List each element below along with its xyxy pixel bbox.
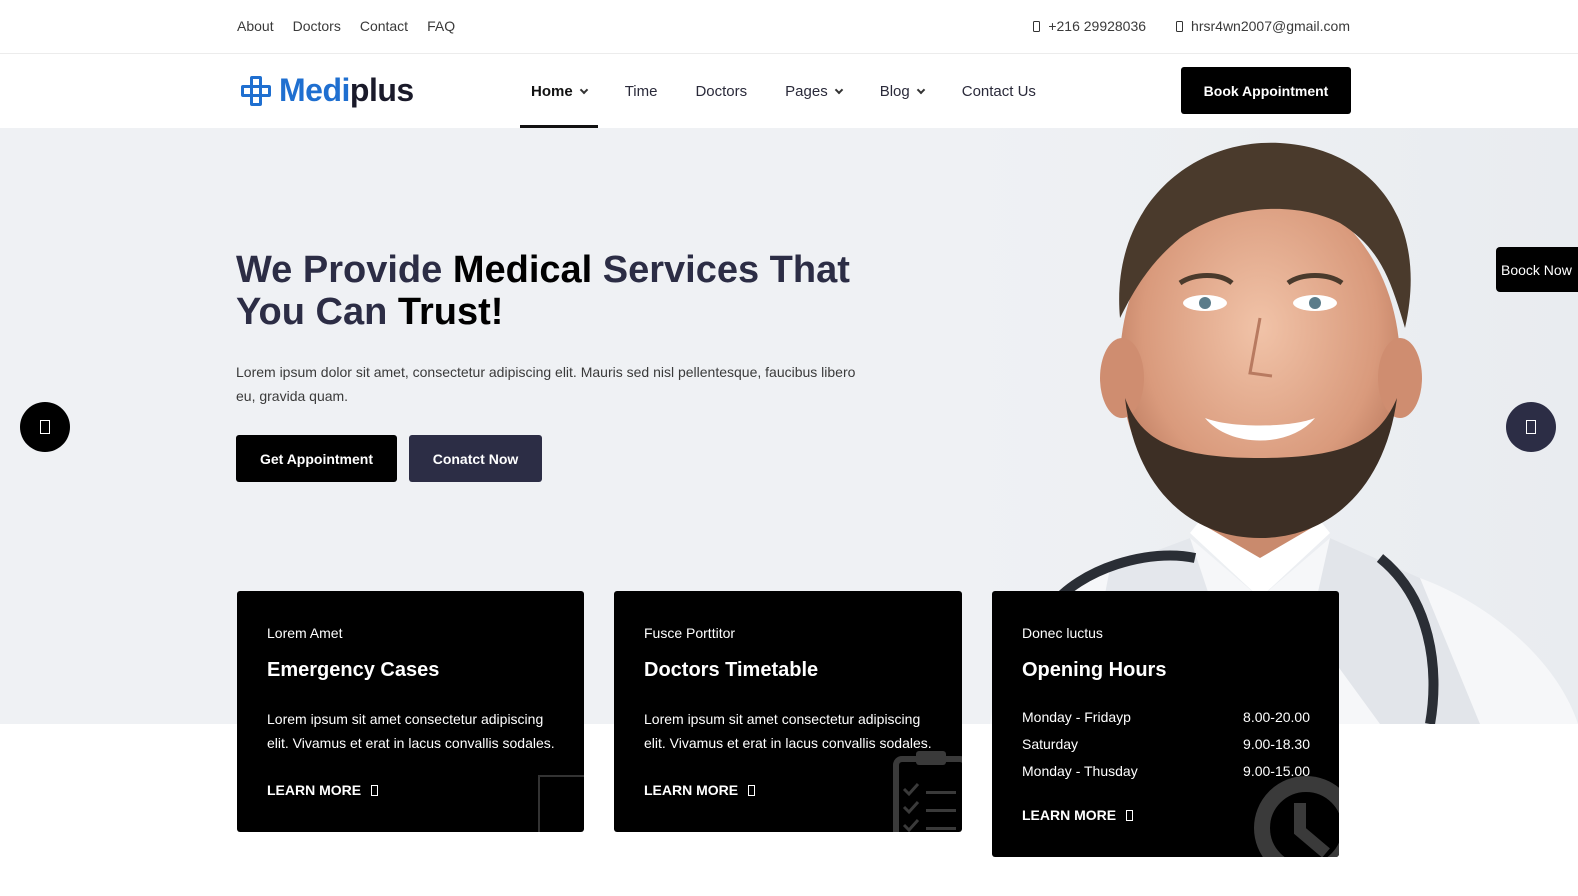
card-title: Opening Hours — [1022, 659, 1167, 681]
logo-text-plus: plus — [349, 72, 414, 108]
learn-more-label: LEARN MORE — [267, 782, 362, 798]
nav-blog[interactable]: Blog — [869, 55, 935, 128]
main-nav: Home Time Doctors Pages Blog Contact Us — [520, 55, 1063, 128]
email-address: hrsr4wn2007@gmail.com — [1191, 18, 1350, 34]
nav-contact-us[interactable]: Contact Us — [951, 55, 1047, 128]
phone-number: +216 29928036 — [1048, 18, 1147, 34]
top-links: About Doctors Contact FAQ — [237, 18, 455, 34]
card-opening-hours: Donec luctus Opening Hours Monday - Frid… — [992, 591, 1339, 857]
contact-now-button[interactable]: Conatct Now — [409, 435, 542, 482]
card-description: Lorem ipsum sit amet consectetur adipisc… — [644, 711, 932, 751]
card-kicker: Donec luctus — [1022, 625, 1103, 641]
clipboard-icon — [893, 751, 962, 832]
hero-title: We Provide Medical Services That You Can… — [236, 249, 876, 333]
hero-title-part1: We Provide — [236, 249, 453, 291]
card-description: Lorem ipsum sit amet consectetur adipisc… — [267, 711, 555, 751]
arrow-right-icon — [1126, 809, 1134, 821]
clock-icon — [1254, 776, 1339, 857]
learn-more-label: LEARN MORE — [1022, 807, 1117, 823]
hero-title-emphasis1: Medical — [452, 249, 593, 291]
learn-more-link[interactable]: LEARN MORE — [267, 782, 379, 798]
nav-pages[interactable]: Pages — [774, 55, 853, 128]
email-contact[interactable]: hrsr4wn2007@gmail.com — [1176, 18, 1350, 34]
emergency-icon — [538, 775, 584, 832]
top-link-faq[interactable]: FAQ — [427, 18, 455, 34]
top-link-about[interactable]: About — [237, 18, 274, 34]
hours-day: Monday - Fridayp — [1022, 709, 1131, 725]
learn-more-label: LEARN MORE — [644, 782, 739, 798]
phone-contact[interactable]: +216 29928036 — [1033, 18, 1146, 34]
nav-pages-label: Pages — [785, 83, 828, 100]
medical-cross-icon — [240, 75, 272, 107]
hero-description: Lorem ipsum dolor sit amet, consectetur … — [236, 364, 856, 404]
nav-home-label: Home — [531, 83, 573, 100]
slider-prev-button[interactable] — [20, 402, 70, 452]
logo-text-medi: Medi — [279, 72, 350, 108]
learn-more-link[interactable]: LEARN MORE — [1022, 807, 1134, 823]
nav-time[interactable]: Time — [614, 55, 669, 128]
arrow-right-icon — [371, 784, 379, 796]
arrow-left-icon — [40, 420, 50, 434]
nav-time-label: Time — [624, 83, 658, 100]
get-appointment-button[interactable]: Get Appointment — [236, 435, 397, 482]
book-appointment-button[interactable]: Book Appointment — [1181, 67, 1351, 114]
main-header: Mediplus Home Time Doctors Pages Blog Co… — [0, 55, 1578, 128]
hours-time: 8.00-20.00 — [1243, 709, 1310, 725]
logo-text: Mediplus — [279, 72, 414, 109]
card-kicker: Lorem Amet — [267, 625, 343, 641]
nav-doctors[interactable]: Doctors — [684, 55, 758, 128]
card-title: Doctors Timetable — [644, 659, 819, 681]
card-title: Emergency Cases — [267, 659, 440, 681]
arrow-right-icon — [1526, 420, 1536, 434]
nav-doctors-label: Doctors — [695, 83, 748, 100]
top-bar: About Doctors Contact FAQ +216 29928036 … — [0, 0, 1578, 54]
hours-day: Monday - Thusday — [1022, 763, 1138, 779]
hours-row: Saturday 9.00-18.30 — [1022, 731, 1310, 758]
top-contact: +216 29928036 hrsr4wn2007@gmail.com — [1033, 18, 1350, 34]
card-kicker: Fusce Porttitor — [644, 625, 736, 641]
learn-more-link[interactable]: LEARN MORE — [644, 782, 756, 798]
nav-blog-label: Blog — [879, 83, 910, 100]
hours-time: 9.00-18.30 — [1243, 736, 1310, 752]
side-book-now-button[interactable]: Boock Now — [1496, 247, 1578, 292]
card-emergency-cases: Lorem Amet Emergency Cases Lorem ipsum s… — [237, 591, 584, 832]
top-link-contact[interactable]: Contact — [360, 18, 408, 34]
chevron-down-icon — [916, 85, 925, 94]
card-doctors-timetable: Fusce Porttitor Doctors Timetable Lorem … — [614, 591, 962, 832]
nav-contact-us-label: Contact Us — [961, 83, 1036, 100]
logo[interactable]: Mediplus — [240, 72, 414, 109]
chevron-down-icon — [579, 85, 588, 94]
top-link-doctors[interactable]: Doctors — [293, 18, 341, 34]
slider-next-button[interactable] — [1506, 402, 1556, 452]
nav-home[interactable]: Home — [520, 55, 598, 128]
chevron-down-icon — [834, 85, 843, 94]
envelope-icon — [1176, 20, 1184, 32]
arrow-right-icon — [748, 784, 756, 796]
hours-day: Saturday — [1022, 736, 1079, 752]
phone-icon — [1033, 20, 1041, 32]
hero-title-emphasis2: Trust! — [397, 291, 504, 333]
hours-row: Monday - Fridayp 8.00-20.00 — [1022, 704, 1310, 731]
